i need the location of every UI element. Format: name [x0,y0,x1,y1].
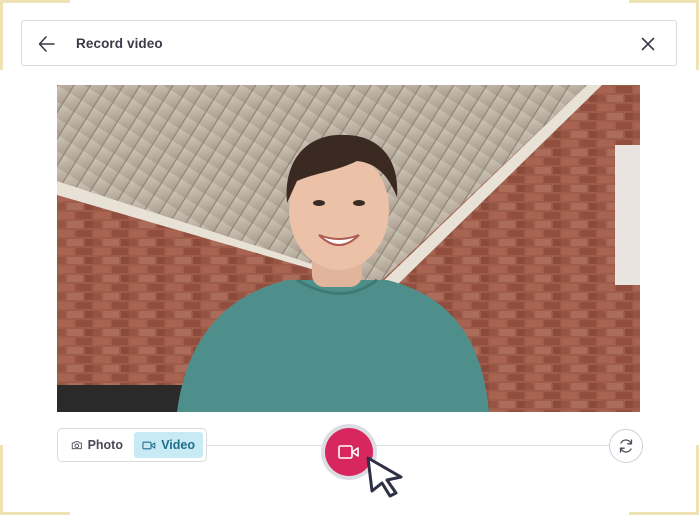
corner-accent [0,0,3,70]
photo-mode-label: Photo [87,438,123,452]
camera-icon [71,441,82,450]
capture-mode-toggle: Photo Video [57,428,207,462]
close-icon [641,37,655,51]
video-icon [338,445,359,459]
corner-accent [629,0,699,3]
refresh-icon [619,439,633,453]
page-title: Record video [76,36,163,51]
corner-accent [0,0,70,3]
arrow-left-icon [38,36,55,52]
pointer-cursor-icon [366,456,403,498]
video-mode-label: Video [161,438,195,452]
photo-mode-button[interactable]: Photo [63,432,131,458]
video-feed-image [57,85,640,412]
video-icon [142,441,156,449]
close-button[interactable] [638,34,658,54]
video-mode-button[interactable]: Video [134,432,203,458]
camera-preview [57,85,640,412]
control-track [205,445,609,446]
corner-accent [0,445,3,515]
back-button[interactable] [36,33,58,55]
flip-camera-button[interactable] [609,429,643,463]
header-bar: Record video [21,20,677,66]
